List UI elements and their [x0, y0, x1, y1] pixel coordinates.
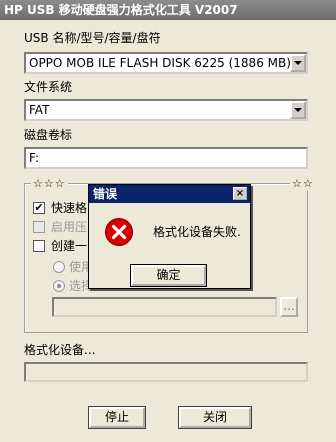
use-radio[interactable]: [53, 261, 65, 273]
device-select[interactable]: OPPO MOB ILE FLASH DISK 6225 (1886 MB) (…: [24, 52, 308, 74]
device-dropdown-button[interactable]: [290, 54, 306, 72]
compress-checkbox[interactable]: [33, 221, 45, 233]
browse-button[interactable]: ...: [280, 297, 298, 317]
error-dialog-title: 错误: [89, 185, 250, 203]
error-message: 格式化设备失败.: [153, 225, 241, 239]
compress-label: 启用压: [51, 220, 88, 234]
device-label: USB 名称/型号/容量/盘符: [24, 31, 161, 45]
chevron-down-icon: [294, 61, 302, 65]
image-path-input[interactable]: [52, 297, 277, 317]
filesystem-label: 文件系统: [24, 80, 73, 94]
error-dialog-close-button[interactable]: ×: [233, 187, 247, 200]
quick-format-label: 快速格: [51, 201, 88, 215]
filesystem-select[interactable]: FAT: [24, 99, 308, 121]
volume-label: 磁盘卷标: [24, 128, 73, 142]
quick-format-checkbox[interactable]: ✔: [33, 202, 45, 214]
ok-button[interactable]: 确定: [130, 264, 207, 287]
options-group-title-right: ☆☆: [290, 177, 316, 190]
close-button[interactable]: 关闭: [178, 406, 252, 429]
create-disk-label: 创建一: [51, 239, 88, 253]
error-dialog: 错误 × 格式化设备失败. 确定: [88, 184, 251, 289]
status-label: 格式化设备...: [24, 343, 96, 357]
options-group-title-left: ☆☆☆: [31, 177, 68, 190]
volume-input[interactable]: F:: [24, 147, 308, 169]
chevron-down-icon: [294, 108, 302, 112]
window-title: HP USB 移动硬盘强力格式化工具 V2007: [0, 0, 336, 20]
filesystem-select-value: FAT: [29, 103, 50, 117]
select-radio[interactable]: [53, 280, 65, 292]
format-progress-bar: [24, 362, 308, 382]
device-select-value: OPPO MOB ILE FLASH DISK 6225 (1886 MB) (…: [29, 56, 308, 70]
error-icon: [104, 217, 134, 247]
checkmark-icon: ✔: [34, 201, 44, 214]
stop-button[interactable]: 停止: [88, 406, 146, 429]
create-disk-checkbox[interactable]: [33, 240, 45, 252]
filesystem-dropdown-button[interactable]: [290, 101, 306, 119]
